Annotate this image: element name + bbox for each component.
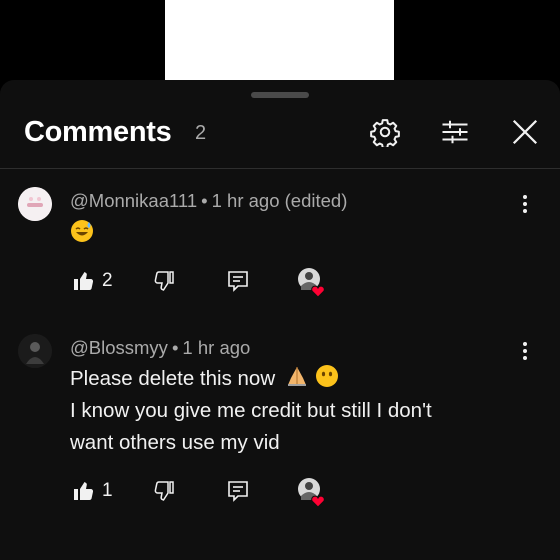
reply-icon [228, 481, 248, 502]
comment-text [70, 218, 94, 250]
like-button[interactable]: 2 [72, 266, 113, 296]
comment-line: want others use my vid [70, 431, 280, 454]
comment-actions: 1 [70, 476, 340, 508]
comments-title: Comments [24, 116, 172, 148]
thumb-down-icon [154, 481, 174, 501]
header-divider [0, 168, 560, 169]
sweat-smile-emoji [71, 220, 93, 242]
vertical-dots-icon [523, 195, 527, 213]
comment-meta: @Blossmyy • 1 hr ago [70, 337, 251, 358]
comment-actions: 2 [70, 266, 340, 298]
comment-line: Please delete this now [70, 363, 432, 395]
sliders-icon [442, 120, 468, 144]
comment-item: @Blossmyy • 1 hr ago Please delete this no… [0, 325, 560, 525]
close-icon [512, 119, 538, 145]
video-player-preview[interactable] [165, 0, 394, 80]
comment-item: @Monnikaa111 • 1 hr ago (edited) 2 [0, 180, 560, 310]
more-options-button[interactable] [515, 192, 535, 216]
thumb-up-icon [74, 272, 94, 290]
drag-handle[interactable] [251, 92, 309, 98]
no-mouth-emoji [315, 365, 338, 387]
more-options-button[interactable] [515, 339, 535, 363]
comments-panel: Comments 2 @Monnikaa111 • 1 hr ago (edit… [0, 80, 560, 560]
comments-header: Comments 2 [0, 110, 560, 166]
comment-time: 1 hr ago (edited) [211, 190, 348, 211]
creator-heart-icon [296, 266, 328, 298]
comment-text: Please delete this now I know you give m… [70, 363, 432, 459]
thumb-up-icon [74, 482, 94, 500]
comment-line: I know you give me credit but still I do… [70, 399, 432, 422]
reply-icon [228, 271, 248, 292]
thumb-down-icon [154, 271, 174, 291]
comments-count: 2 [195, 122, 207, 144]
close-button[interactable] [510, 117, 540, 147]
reply-button[interactable] [226, 476, 250, 506]
dislike-button[interactable] [152, 266, 176, 296]
reply-button[interactable] [226, 266, 250, 296]
like-button[interactable]: 1 [72, 476, 113, 506]
comment-meta: @Monnikaa111 • 1 hr ago (edited) [70, 190, 348, 211]
filter-button[interactable] [440, 117, 470, 147]
gear-icon [370, 119, 400, 147]
comment-time: 1 hr ago [182, 337, 251, 358]
folded-hands-emoji [287, 367, 306, 386]
settings-button[interactable] [370, 117, 400, 147]
comment-author[interactable]: @Blossmyy [70, 337, 168, 358]
like-count: 2 [102, 270, 113, 291]
avatar[interactable] [18, 187, 52, 221]
comment-author[interactable]: @Monnikaa111 [70, 190, 197, 211]
creator-heart-icon [296, 476, 328, 508]
avatar[interactable] [18, 334, 52, 368]
vertical-dots-icon [523, 342, 527, 360]
like-count: 1 [102, 480, 113, 501]
dislike-button[interactable] [152, 476, 176, 506]
